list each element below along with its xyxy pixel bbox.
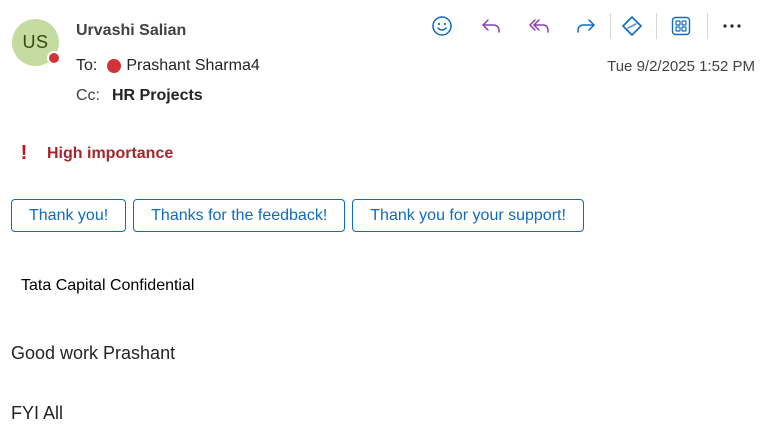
more-icon[interactable]: [720, 14, 744, 38]
recipient-presence-icon: [107, 59, 122, 73]
suggested-reply-button[interactable]: Thank you!: [11, 199, 127, 232]
apps-icon[interactable]: [669, 14, 693, 38]
copilot-icon[interactable]: [620, 14, 644, 38]
forward-icon[interactable]: [574, 14, 598, 38]
message-body-line: FYI All: [11, 403, 64, 423]
suggested-replies: Thank you! Thanks for the feedback! Than…: [11, 199, 584, 232]
importance-label: High importance: [47, 144, 174, 162]
suggested-reply-button[interactable]: Thanks for the feedback!: [133, 199, 346, 232]
cc-recipient[interactable]: HR Projects: [112, 87, 203, 105]
to-label: To:: [76, 57, 98, 74]
reply-icon[interactable]: [479, 14, 503, 38]
message-body-line: Good work Prashant: [11, 343, 176, 363]
presence-status-badge: [47, 51, 61, 65]
avatar-initials: US: [22, 32, 49, 52]
exclamation-icon: !: [20, 142, 28, 164]
to-recipient[interactable]: Prashant Sharma4: [126, 57, 259, 75]
message-toolbar: [430, 12, 744, 40]
suggested-reply-button[interactable]: Thank you for your support!: [352, 199, 584, 232]
toolbar-divider: [656, 13, 657, 39]
importance-banner: ! High importance: [14, 142, 174, 165]
toolbar-divider: [610, 13, 611, 39]
sender-name[interactable]: Urvashi Salian: [76, 22, 186, 40]
toolbar-divider: [707, 13, 708, 39]
sender-avatar[interactable]: US: [12, 19, 61, 66]
to-line: To: Prashant Sharma4: [76, 57, 260, 75]
classification-label: Tata Capital Confidential: [21, 277, 195, 294]
cc-label: Cc:: [76, 87, 100, 104]
message-timestamp: Tue 9/2/2025 1:52 PM: [607, 58, 755, 75]
cc-line: Cc: HR Projects: [76, 87, 203, 105]
reply-all-icon[interactable]: [527, 14, 551, 38]
emoji-react-icon[interactable]: [430, 14, 454, 38]
